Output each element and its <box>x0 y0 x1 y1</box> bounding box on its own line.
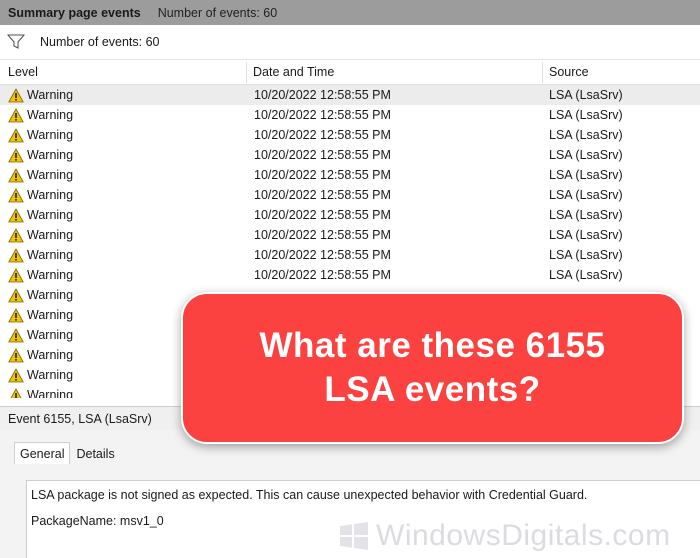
event-level: Warning <box>8 385 73 398</box>
event-row[interactable]: Warning 10/20/2022 12:58:55 PM LSA (LsaSrv… <box>0 165 700 185</box>
event-row[interactable]: Warning 10/20/2022 12:58:55 PM LSA (LsaSrv… <box>0 265 700 285</box>
event-date-time: 10/20/2022 12:58:55 PM <box>254 88 391 102</box>
event-level: Warning <box>8 245 73 265</box>
warning-icon <box>8 348 27 363</box>
warning-icon <box>8 168 27 183</box>
event-row[interactable]: Warning 10/20/2022 12:58:55 PM LSA (LsaSrv… <box>0 205 700 225</box>
event-date-time: 10/20/2022 12:58:55 PM <box>254 168 391 182</box>
event-source: LSA (LsaSrv) <box>549 88 623 102</box>
event-source: LSA (LsaSrv) <box>549 128 623 142</box>
summary-event-count: Number of events: 60 <box>157 5 278 20</box>
windows-logo-icon <box>340 522 368 550</box>
event-level-text: Warning <box>27 268 74 282</box>
watermark-text: WindowsDigitals.com <box>376 519 671 552</box>
filter-toolbar: Number of events: 60 <box>0 25 700 60</box>
event-level: Warning <box>8 285 73 305</box>
event-date-time: 10/20/2022 12:58:55 PM <box>254 108 391 122</box>
event-source: LSA (LsaSrv) <box>549 248 623 262</box>
event-level: Warning <box>8 145 73 165</box>
event-level-text: Warning <box>27 148 74 162</box>
event-row[interactable]: Warning 10/20/2022 12:58:55 PM LSA (LsaSrv… <box>0 225 700 245</box>
event-level-text: Warning <box>27 388 74 398</box>
event-level: Warning <box>8 185 73 205</box>
event-message: LSA package is not signed as expected. T… <box>31 488 588 502</box>
event-level-text: Warning <box>27 348 74 362</box>
event-date-time: 10/20/2022 12:58:55 PM <box>254 208 391 222</box>
event-row[interactable]: Warning 10/20/2022 12:58:55 PM LSA (LsaSrv… <box>0 185 700 205</box>
event-level-text: Warning <box>27 308 74 322</box>
event-date-time: 10/20/2022 12:58:55 PM <box>254 128 391 142</box>
event-row[interactable]: Warning 10/20/2022 12:58:55 PM LSA (LsaSrv… <box>0 245 700 265</box>
event-level: Warning <box>8 365 73 385</box>
event-level: Warning <box>8 205 73 225</box>
event-date-time: 10/20/2022 12:58:55 PM <box>254 228 391 242</box>
event-level: Warning <box>8 165 73 185</box>
summary-title: Summary page events <box>8 5 141 20</box>
tab-general[interactable]: General <box>14 442 71 464</box>
event-source: LSA (LsaSrv) <box>549 168 623 182</box>
event-level: Warning <box>8 85 73 105</box>
event-level: Warning <box>8 305 73 325</box>
warning-icon <box>8 88 27 103</box>
warning-icon <box>8 308 27 323</box>
event-level-text: Warning <box>27 248 74 262</box>
warning-icon <box>8 208 27 223</box>
event-level-text: Warning <box>27 108 74 122</box>
site-watermark: WindowsDigitals.com <box>339 519 671 553</box>
warning-icon <box>8 188 27 203</box>
warning-icon <box>8 288 27 303</box>
warning-icon <box>8 228 27 243</box>
headline-line-2: LSA events? <box>324 370 541 409</box>
event-date-time: 10/20/2022 12:58:55 PM <box>254 188 391 202</box>
event-source: LSA (LsaSrv) <box>549 188 623 202</box>
column-header-level[interactable]: Level <box>2 60 38 85</box>
event-level-text: Warning <box>27 188 74 202</box>
grid-header: Level Date and Time Source <box>0 60 700 85</box>
event-source: LSA (LsaSrv) <box>549 108 623 122</box>
event-date-time: 10/20/2022 12:58:55 PM <box>254 248 391 262</box>
tab-details[interactable]: Details <box>70 442 120 464</box>
column-header-source[interactable]: Source <box>543 60 589 85</box>
event-level-text: Warning <box>27 368 74 382</box>
detail-tabs: General Details <box>14 442 121 464</box>
event-row[interactable]: Warning 10/20/2022 12:58:55 PM LSA (LsaSrv… <box>0 85 700 105</box>
warning-icon <box>8 148 27 163</box>
filter-icon[interactable] <box>6 34 26 50</box>
warning-icon <box>8 328 27 343</box>
warning-icon <box>8 108 27 123</box>
event-date-time: 10/20/2022 12:58:55 PM <box>254 148 391 162</box>
summary-title-bar: Summary page events Number of events: 60 <box>0 0 700 25</box>
event-source: LSA (LsaSrv) <box>549 148 623 162</box>
headline-line-1: What are these 6155 <box>259 326 606 365</box>
column-header-date[interactable]: Date and Time <box>247 60 334 85</box>
event-source: LSA (LsaSrv) <box>549 208 623 222</box>
event-level: Warning <box>8 125 73 145</box>
event-level-text: Warning <box>27 288 74 302</box>
event-level-text: Warning <box>27 328 74 342</box>
warning-icon <box>8 368 27 383</box>
event-level: Warning <box>8 345 73 365</box>
headline-banner: What are these 6155 LSA events? <box>181 292 684 444</box>
event-source: LSA (LsaSrv) <box>549 228 623 242</box>
event-row[interactable]: Warning 10/20/2022 12:58:55 PM LSA (LsaSrv… <box>0 125 700 145</box>
warning-icon <box>8 388 27 398</box>
event-level: Warning <box>8 105 73 125</box>
event-row[interactable]: Warning 10/20/2022 12:58:55 PM LSA (LsaSrv… <box>0 145 700 165</box>
event-level-text: Warning <box>27 128 74 142</box>
event-level-text: Warning <box>27 208 74 222</box>
event-date-time: 10/20/2022 12:58:55 PM <box>254 268 391 282</box>
event-level-text: Warning <box>27 88 74 102</box>
warning-icon <box>8 268 27 283</box>
event-level: Warning <box>8 265 73 285</box>
event-level: Warning <box>8 225 73 245</box>
event-level: Warning <box>8 325 73 345</box>
event-level-text: Warning <box>27 168 74 182</box>
event-level-text: Warning <box>27 228 74 242</box>
filter-event-count: Number of events: 60 <box>40 35 160 49</box>
event-row[interactable]: Warning 10/20/2022 12:58:55 PM LSA (LsaSrv… <box>0 105 700 125</box>
warning-icon <box>8 128 27 143</box>
warning-icon <box>8 248 27 263</box>
event-source: LSA (LsaSrv) <box>549 268 623 282</box>
